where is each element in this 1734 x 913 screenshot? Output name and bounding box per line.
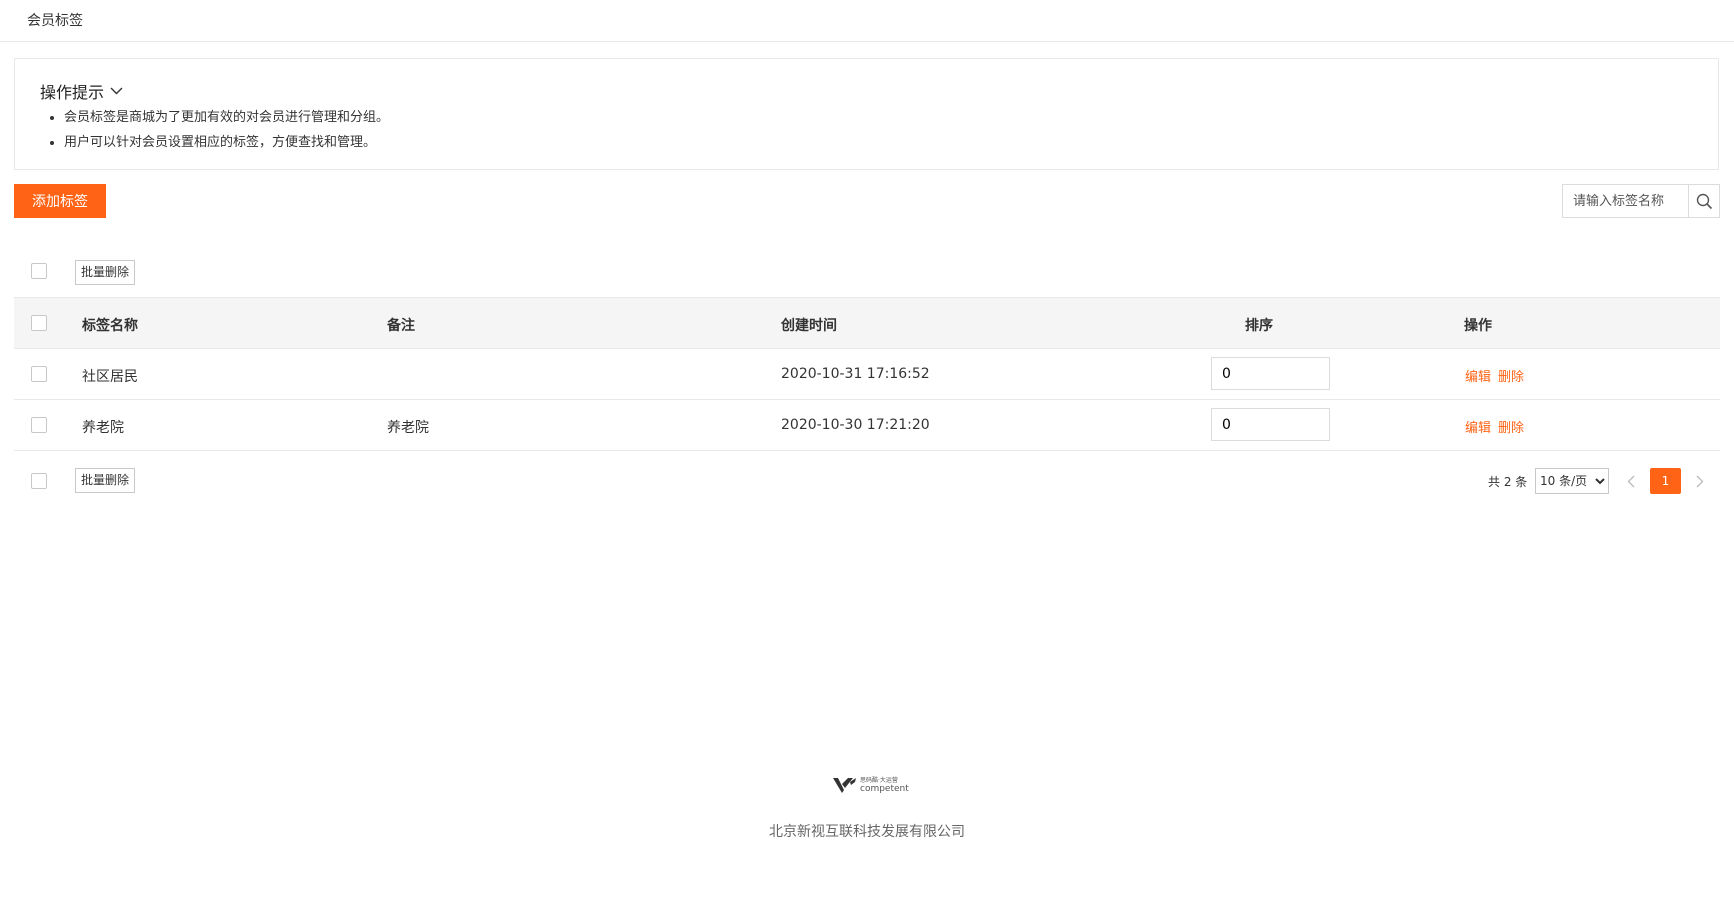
table-row: 养老院 养老院 2020-10-30 17:21:20 编辑 删除 [14,400,1720,451]
search-button[interactable] [1688,185,1719,217]
tag-name-cell: 社区居民 [82,369,138,385]
page-title: 会员标签 [27,13,83,29]
delete-link[interactable]: 删除 [1498,366,1524,385]
tip-item: 用户可以针对会员设置相应的标签，方便查找和管理。 [64,130,389,155]
next-page-button[interactable] [1693,472,1707,490]
page-size-select[interactable]: 10 条/页 [1535,468,1609,494]
search-input[interactable] [1563,185,1688,217]
tag-name-cell: 养老院 [82,420,124,436]
tip-item: 会员标签是商城为了更加有效的对会员进行管理和分组。 [64,105,389,130]
column-header-actions: 操作 [1464,318,1492,334]
tips-list: 会员标签是商城为了更加有效的对会员进行管理和分组。 用户可以针对会员设置相应的标… [40,105,389,155]
select-all-checkbox-bottom[interactable] [31,473,47,489]
batch-delete-button-top[interactable]: 批量删除 [75,260,136,285]
remark-cell: 养老院 [387,420,429,436]
sort-input[interactable] [1211,357,1330,390]
chevron-right-icon [1696,475,1704,487]
table-header: 标签名称 备注 创建时间 排序 操作 [14,297,1720,349]
header-select-all-checkbox[interactable] [31,315,47,331]
select-all-checkbox-top[interactable] [31,263,47,279]
page-number-current[interactable]: 1 [1650,468,1681,494]
table-row: 社区居民 2020-10-31 17:16:52 编辑 删除 [14,349,1720,400]
footer-logo: 思码酷·大运营 competent [833,776,909,794]
search-icon [1696,193,1712,209]
prev-page-button[interactable] [1624,472,1638,490]
edit-link[interactable]: 编辑 [1465,366,1491,385]
tips-toggle[interactable]: 操作提示 [40,79,123,103]
delete-link[interactable]: 删除 [1498,417,1524,436]
sort-input[interactable] [1211,408,1330,441]
batch-delete-button-bottom[interactable]: 批量删除 [75,468,136,493]
chevron-left-icon [1627,475,1635,487]
column-header-name: 标签名称 [82,318,138,334]
created-time-cell: 2020-10-30 17:21:20 [781,417,930,433]
logo-text-bottom: competent [860,784,909,794]
pagination-total: 共 2 条 [1488,475,1528,489]
tips-title: 操作提示 [40,83,105,102]
operation-tips-panel: 操作提示 会员标签是商城为了更加有效的对会员进行管理和分组。 用户可以针对会员设… [14,58,1719,170]
edit-link[interactable]: 编辑 [1465,417,1491,436]
page-header: 会员标签 [0,0,1734,42]
created-time-cell: 2020-10-31 17:16:52 [781,366,930,382]
column-header-remark: 备注 [387,318,415,334]
footer-company-name: 北京新视互联科技发展有限公司 [769,824,965,840]
brand-logo-icon [833,778,856,793]
search-box [1562,184,1720,218]
row-checkbox[interactable] [31,366,47,382]
add-tag-button[interactable]: 添加标签 [14,184,106,218]
chevron-down-icon [110,87,123,95]
column-header-sort: 排序 [1245,318,1273,334]
row-checkbox[interactable] [31,417,47,433]
column-header-created: 创建时间 [781,318,837,334]
